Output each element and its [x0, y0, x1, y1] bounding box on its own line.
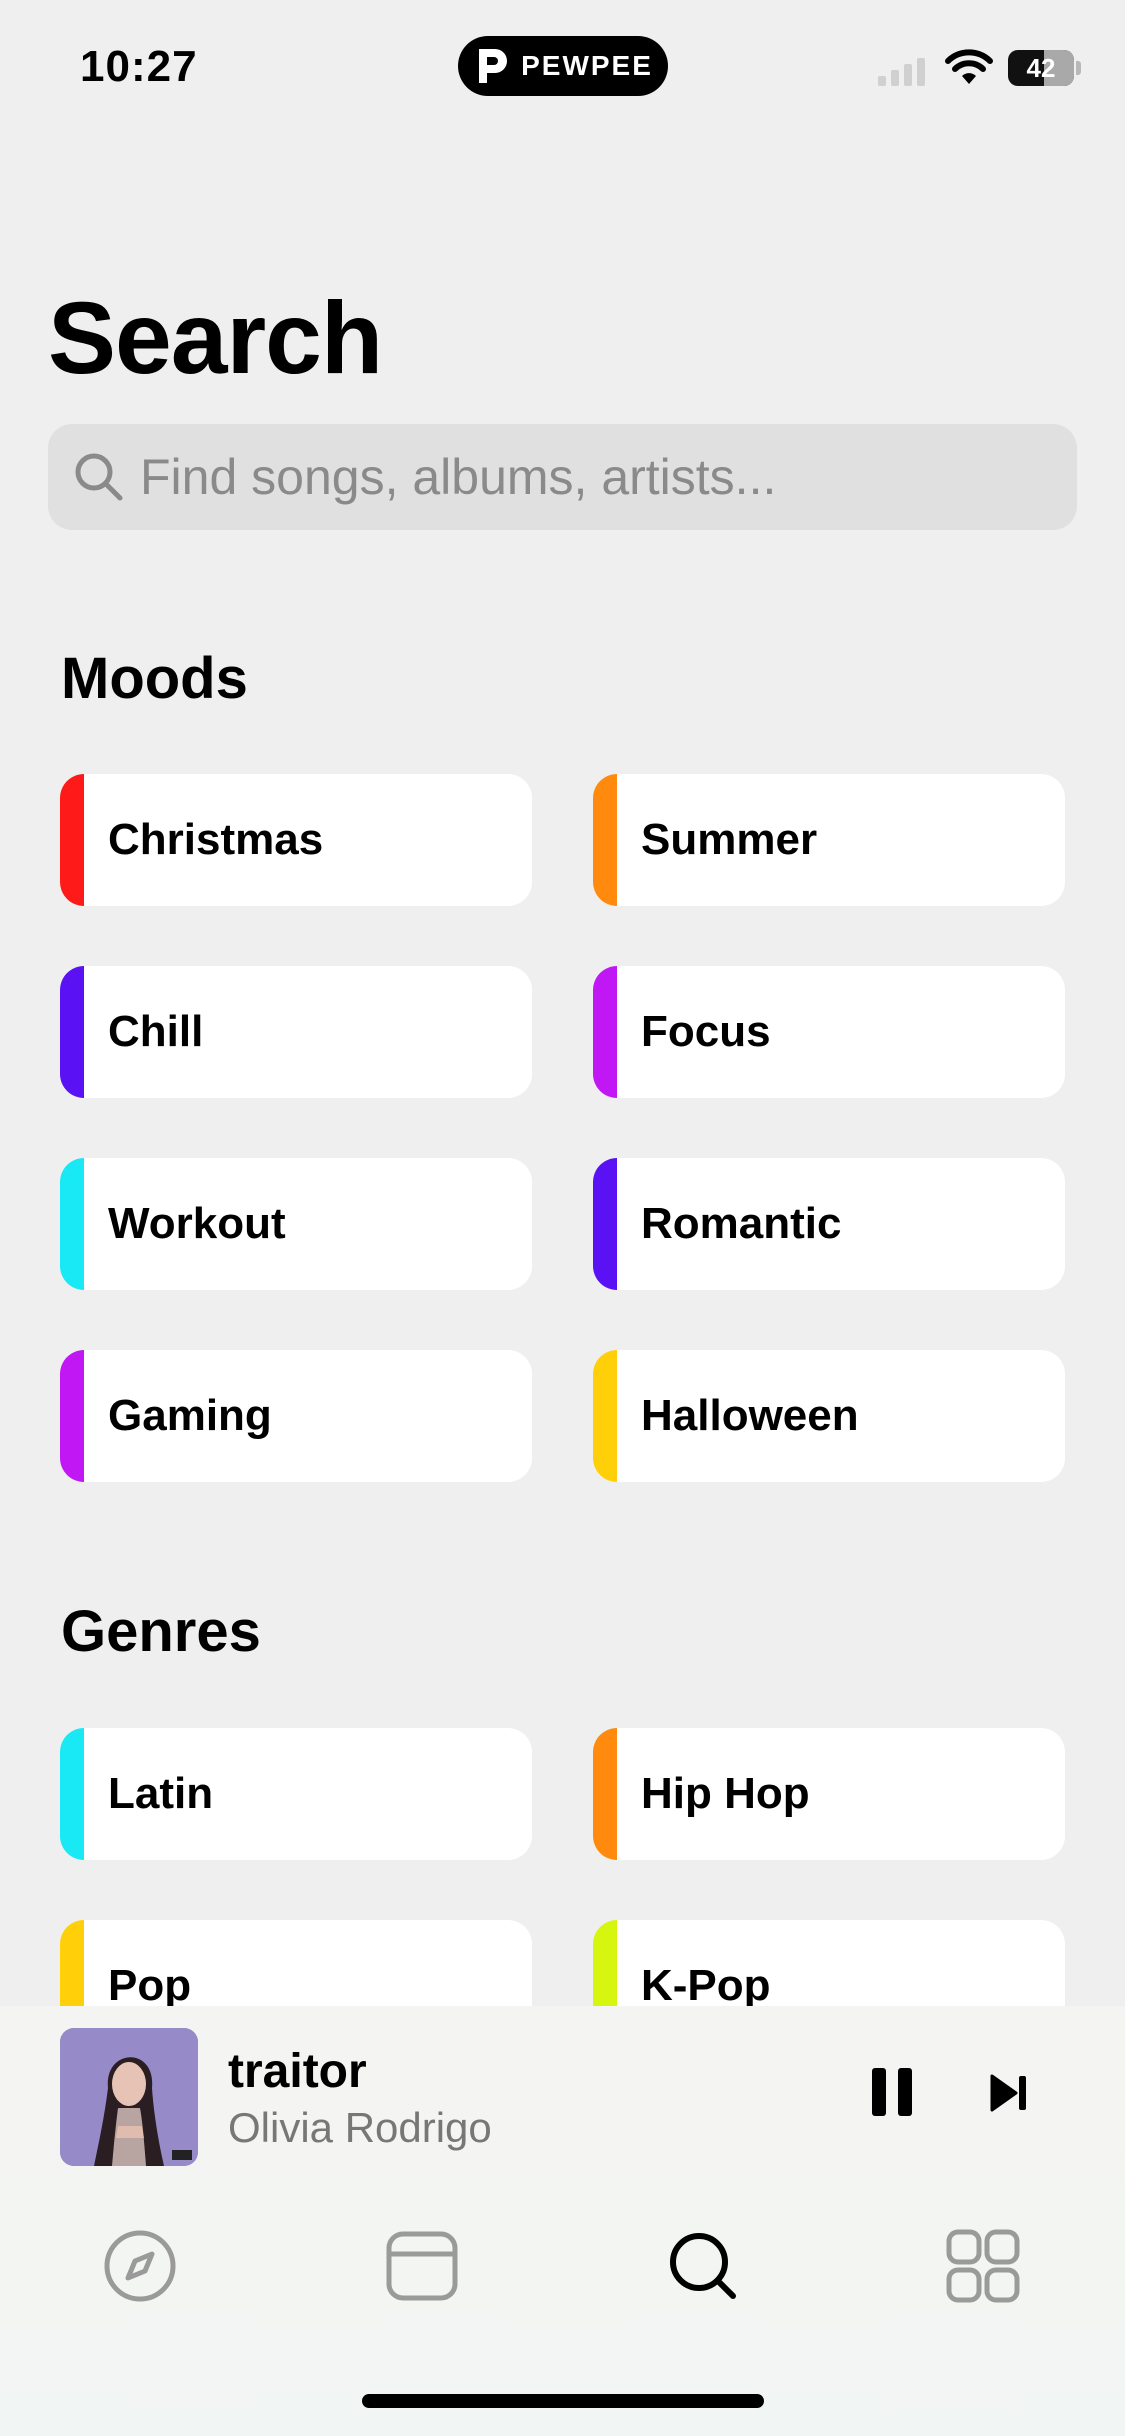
- track-artist: Olivia Rodrigo: [228, 2104, 492, 2151]
- tile-color-bar: [593, 966, 617, 1098]
- mood-tile-halloween[interactable]: Halloween: [593, 1350, 1065, 1482]
- tab-library[interactable]: [362, 2206, 482, 2326]
- tab-explore[interactable]: [80, 2206, 200, 2326]
- next-track-button[interactable]: [988, 2072, 1030, 2114]
- tile-color-bar: [593, 774, 617, 906]
- status-bar: 10:27 PEWPEE 42: [0, 0, 1125, 140]
- search-input[interactable]: [140, 424, 1040, 530]
- mood-tile-romantic[interactable]: Romantic: [593, 1158, 1065, 1290]
- tile-color-bar: [60, 966, 84, 1098]
- page-title: Search: [48, 281, 383, 395]
- cellular-signal-icon: [878, 54, 925, 86]
- tile-label: Gaming: [108, 1391, 272, 1440]
- search-icon: [670, 2233, 736, 2299]
- mood-tile-gaming[interactable]: Gaming: [60, 1350, 532, 1482]
- battery-icon: 42: [1008, 50, 1074, 86]
- album-art-image: [60, 2028, 198, 2166]
- compass-icon: [104, 2230, 176, 2302]
- genres-section-title: Genres: [61, 1599, 261, 1664]
- search-icon: [75, 453, 123, 501]
- app-badge: PEWPEE: [458, 36, 668, 96]
- tab-bar: [0, 2206, 1125, 2326]
- tile-label: Hip Hop: [641, 1769, 810, 1818]
- tile-color-bar: [593, 1728, 617, 1860]
- genre-tile-latin[interactable]: Latin: [60, 1728, 532, 1860]
- pause-icon: [872, 2068, 886, 2116]
- tile-label: Pop: [108, 1961, 192, 2010]
- wifi-icon: [945, 49, 993, 84]
- tile-label: Romantic: [641, 1199, 842, 1248]
- app-badge-label: PEWPEE: [521, 50, 653, 81]
- tile-label: Chill: [108, 1007, 204, 1056]
- tile-label: Workout: [108, 1199, 286, 1248]
- mood-tile-summer[interactable]: Summer: [593, 774, 1065, 906]
- tile-label: Halloween: [641, 1391, 859, 1440]
- tile-label: K-Pop: [641, 1961, 771, 2010]
- tile-color-bar: [60, 1350, 84, 1482]
- home-indicator[interactable]: [362, 2394, 764, 2408]
- mood-tile-workout[interactable]: Workout: [60, 1158, 532, 1290]
- battery-tip: [1076, 61, 1081, 75]
- tile-label: Christmas: [108, 815, 324, 864]
- mood-tile-focus[interactable]: Focus: [593, 966, 1065, 1098]
- tile-label: Latin: [108, 1769, 214, 1818]
- mini-player[interactable]: traitor Olivia Rodrigo: [0, 2006, 1125, 2172]
- battery-level: 42: [1026, 52, 1056, 83]
- mood-tile-christmas[interactable]: Christmas: [60, 774, 532, 906]
- card-icon: [386, 2231, 458, 2301]
- tile-label: Focus: [641, 1007, 771, 1056]
- album-art[interactable]: [60, 2028, 198, 2166]
- tile-label: Summer: [641, 815, 818, 864]
- tile-color-bar: [60, 774, 84, 906]
- tab-more[interactable]: [923, 2206, 1043, 2326]
- mood-tile-chill[interactable]: Chill: [60, 966, 532, 1098]
- tile-color-bar: [60, 1158, 84, 1290]
- tile-color-bar: [60, 1728, 84, 1860]
- track-title: traitor: [228, 2045, 367, 2098]
- pause-button[interactable]: [872, 2068, 914, 2116]
- genre-tile-hip-hop[interactable]: Hip Hop: [593, 1728, 1065, 1860]
- tab-search[interactable]: [643, 2206, 763, 2326]
- tile-color-bar: [593, 1350, 617, 1482]
- bottom-panel: traitor Olivia Rodrigo: [0, 2006, 1125, 2436]
- search-bar[interactable]: [48, 424, 1077, 530]
- grid-icon: [946, 2229, 1020, 2303]
- tile-color-bar: [593, 1158, 617, 1290]
- status-time: 10:27: [80, 42, 198, 91]
- moods-section-title: Moods: [61, 646, 248, 711]
- app-logo-icon: [479, 49, 508, 83]
